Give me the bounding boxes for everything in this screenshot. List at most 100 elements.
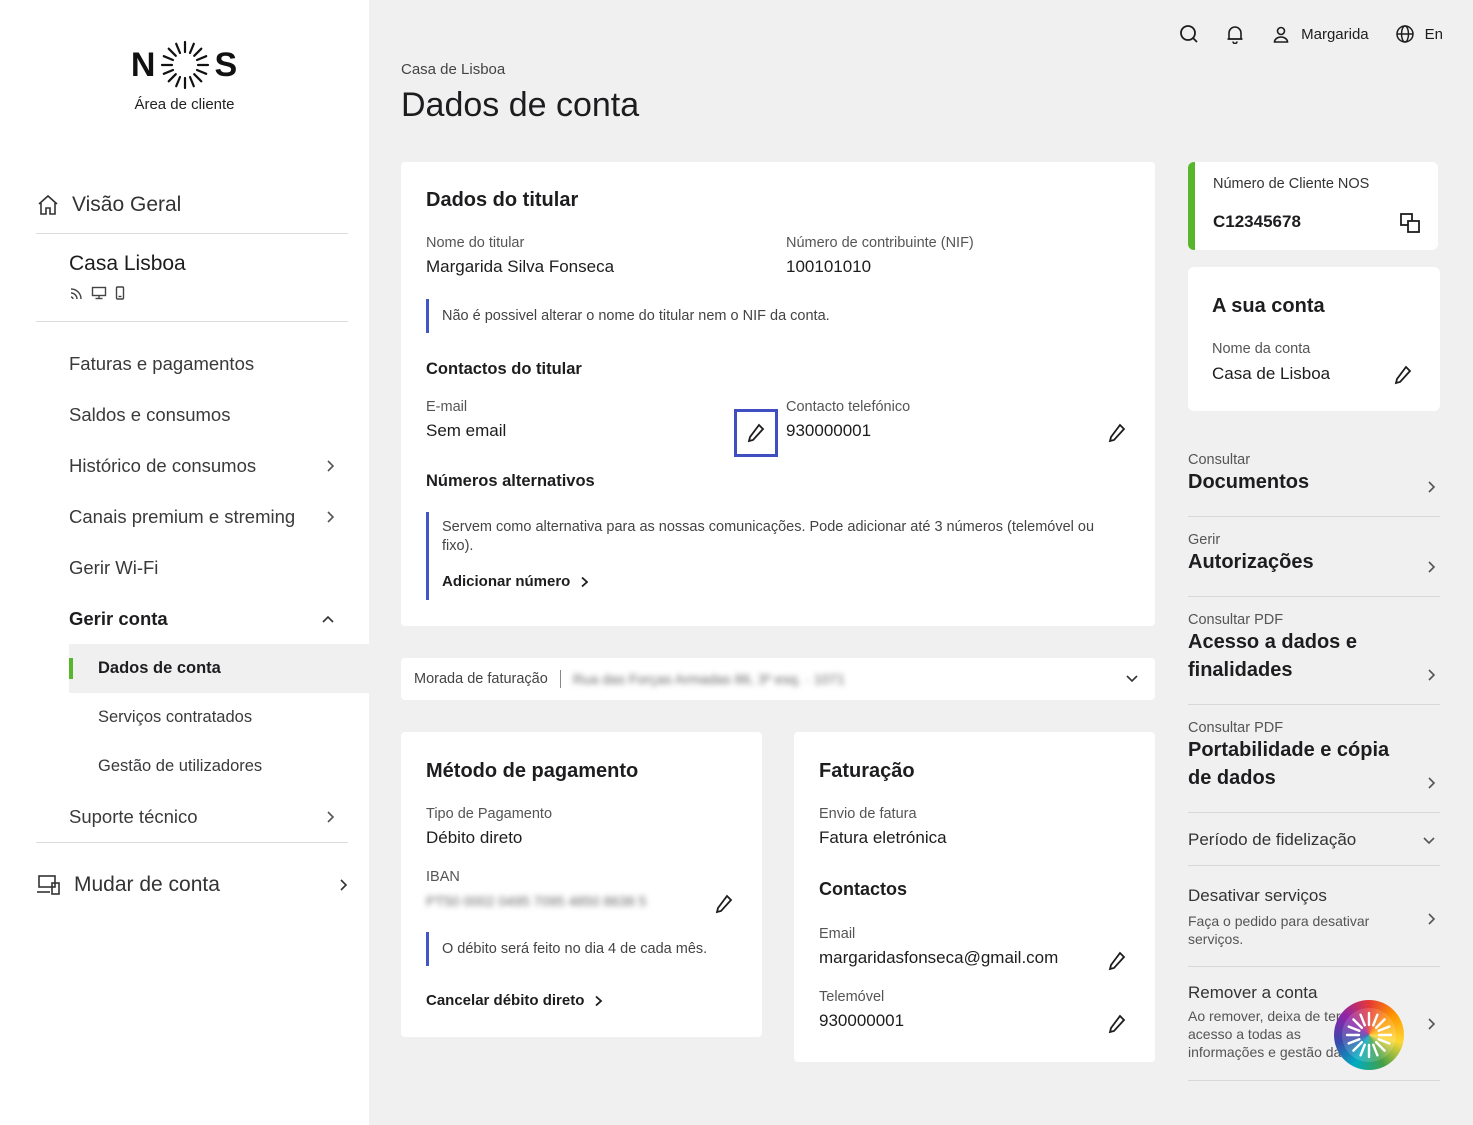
- logo-letter-s: S: [214, 45, 239, 84]
- holder-heading: Dados do titular: [426, 189, 579, 211]
- nav-item-manage-account[interactable]: Gerir conta: [36, 593, 369, 644]
- nif-value: 100101010: [786, 257, 872, 276]
- nav-item-support[interactable]: Suporte técnico: [36, 791, 369, 842]
- account-name-label: Nome da conta: [1212, 341, 1311, 357]
- edit-mobile-button[interactable]: [1105, 1012, 1129, 1036]
- logo-letter-n: N: [130, 45, 157, 84]
- search-icon[interactable]: [1179, 24, 1199, 44]
- sub-item-users[interactable]: Gestão de utilizadores: [36, 742, 369, 791]
- copy-icon[interactable]: [1399, 212, 1421, 234]
- switch-account-icon: [37, 875, 60, 895]
- nav-list: Faturas e pagamentos Saldos e consumos H…: [36, 338, 369, 843]
- invoice-send-value: Fatura eletrónica: [819, 828, 947, 847]
- add-number-link[interactable]: Adicionar número: [442, 572, 589, 591]
- billing-address-accordion[interactable]: Morada de faturação Rua das Forças Armad…: [401, 658, 1155, 700]
- chevron-right-icon: [595, 995, 603, 1006]
- mobile-label: Telemóvel: [819, 989, 885, 1005]
- link-authorizations[interactable]: Gerir Autorizações: [1188, 532, 1440, 597]
- contacts-heading: Contactos do titular: [426, 360, 582, 378]
- top-bar: Margarida En: [1179, 24, 1443, 44]
- billing-address-value: Rua das Forças Armadas 86, 3º esq. · 107…: [572, 671, 845, 687]
- current-account[interactable]: Casa Lisboa: [36, 236, 348, 322]
- invoicing-contacts-heading: Contactos: [819, 879, 908, 899]
- payment-heading: Método de pagamento: [426, 760, 639, 782]
- bell-icon[interactable]: [1225, 24, 1245, 44]
- sub-item-services[interactable]: Serviços contratados: [36, 693, 369, 742]
- sub-item-account-data[interactable]: Dados de conta: [69, 644, 369, 693]
- payment-type-value: Débito direto: [426, 828, 523, 847]
- email-label: E-mail: [426, 399, 468, 415]
- holder-note: Não é possivel alterar o nome do titular…: [426, 299, 830, 333]
- nav-item-wifi[interactable]: Gerir Wi-Fi: [36, 542, 369, 593]
- nav-switch-account[interactable]: Mudar de conta: [36, 860, 348, 910]
- chevron-right-icon: [1428, 481, 1436, 493]
- holder-card: Dados do titular Nome do titular Margari…: [401, 162, 1155, 626]
- assistant-launcher-icon[interactable]: [1334, 1000, 1404, 1070]
- chevron-right-icon: [1428, 561, 1436, 573]
- breadcrumb[interactable]: Casa de Lisboa: [401, 61, 505, 78]
- tv-icon: [91, 286, 107, 300]
- sun-logo-icon: [161, 40, 210, 90]
- chevron-right-icon: [1428, 669, 1436, 681]
- loyalty-period-accordion[interactable]: Período de fidelização: [1188, 814, 1440, 866]
- edit-email-button[interactable]: [734, 409, 778, 457]
- pencil-icon: [1108, 951, 1126, 971]
- holder-name-value: Margarida Silva Fonseca: [426, 257, 615, 276]
- nav-divider: [36, 842, 348, 843]
- payment-method-card: Método de pagamento Tipo de Pagamento Dé…: [401, 732, 762, 1037]
- link-deactivate-services[interactable]: Desativar serviços Faça o pedido para de…: [1188, 886, 1440, 967]
- chevron-down-icon: [1423, 837, 1435, 845]
- nav-item-invoices[interactable]: Faturas e pagamentos: [36, 338, 369, 389]
- link-documents[interactable]: Consultar Documentos: [1188, 452, 1440, 517]
- invoicing-heading: Faturação: [819, 760, 915, 782]
- pencil-icon: [1394, 365, 1412, 385]
- account-name-value: Casa de Lisboa: [1212, 364, 1331, 383]
- chevron-right-icon: [1428, 1018, 1436, 1030]
- nav-item-history[interactable]: Histórico de consumos: [36, 440, 369, 491]
- email-value: Sem email: [426, 421, 507, 440]
- nav-item-balances[interactable]: Saldos e consumos: [36, 389, 369, 440]
- user-menu[interactable]: Margarida: [1271, 24, 1369, 44]
- chevron-right-icon: [1428, 913, 1436, 925]
- client-number-card: Número de Cliente NOS C12345678: [1188, 162, 1438, 250]
- invoicing-email-value: margaridasfonseca@gmail.com: [819, 948, 1059, 967]
- globe-icon: [1395, 25, 1414, 43]
- edit-invoicing-email-button[interactable]: [1105, 949, 1129, 973]
- pencil-icon: [747, 423, 765, 443]
- client-number-value: C12345678: [1213, 212, 1301, 231]
- chevron-right-icon: [327, 510, 335, 523]
- invoice-send-label: Envio de fatura: [819, 806, 917, 822]
- cancel-debit-link[interactable]: Cancelar débito direto: [426, 992, 603, 1009]
- phone-label: Contacto telefónico: [786, 399, 911, 415]
- alt-numbers-heading: Números alternativos: [426, 472, 595, 490]
- your-account-card: A sua conta Nome da conta Casa de Lisboa: [1188, 267, 1440, 411]
- mobile-value: 930000001: [819, 1011, 905, 1030]
- pencil-icon: [1108, 423, 1126, 443]
- phone-value: 930000001: [786, 421, 872, 440]
- user-icon: [1273, 26, 1289, 43]
- edit-iban-button[interactable]: [712, 892, 736, 916]
- language-selector[interactable]: En: [1395, 24, 1443, 44]
- home-icon: [38, 194, 58, 215]
- pencil-icon: [1108, 1014, 1126, 1034]
- edit-account-name-button[interactable]: [1391, 363, 1415, 387]
- chevron-right-icon: [327, 459, 335, 472]
- billing-address-label: Morada de faturação: [414, 671, 548, 687]
- link-portability[interactable]: Consultar PDF Portabilidade e cópia de d…: [1188, 720, 1440, 813]
- mobile-icon: [115, 286, 125, 300]
- nav-overview[interactable]: Visão Geral: [36, 176, 348, 234]
- page-title: Dados de conta: [401, 86, 640, 124]
- alt-numbers-note: Servem como alternativa para as nossas c…: [426, 512, 1116, 600]
- client-number-label: Número de Cliente NOS: [1213, 176, 1370, 192]
- your-account-heading: A sua conta: [1212, 295, 1325, 317]
- separator: [559, 670, 561, 688]
- language-label: En: [1424, 25, 1443, 43]
- nos-logo[interactable]: N S Área de cliente: [0, 36, 369, 113]
- link-data-access[interactable]: Consultar PDF Acesso a dados e finalidad…: [1188, 612, 1440, 705]
- chevron-up-icon: [322, 615, 334, 623]
- chevron-right-icon: [1428, 777, 1436, 789]
- nif-label: Número de contribuinte (NIF): [786, 235, 974, 251]
- sidebar: N S Área de cliente Visão Geral Casa Lis…: [0, 0, 369, 1125]
- nav-item-premium[interactable]: Canais premium e streming: [36, 491, 369, 542]
- edit-phone-button[interactable]: [1105, 421, 1129, 445]
